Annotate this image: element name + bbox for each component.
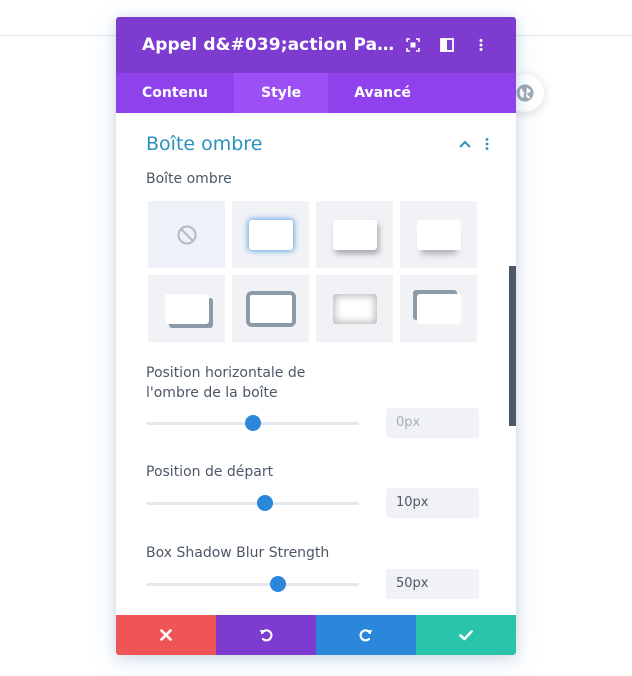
fullscreen-icon bbox=[406, 38, 420, 52]
kebab-menu-icon bbox=[485, 138, 489, 150]
label-line: l'ombre de la boîte bbox=[146, 385, 278, 401]
tab-contenu[interactable]: Contenu bbox=[116, 73, 234, 113]
blur-strength-control: 50px bbox=[146, 569, 480, 599]
start-position-label: Position de départ bbox=[146, 464, 274, 480]
preset-sample bbox=[416, 293, 461, 324]
section-menu-button[interactable] bbox=[476, 133, 498, 155]
undo-icon bbox=[259, 629, 273, 642]
modal-tabs: Contenu Style Avancé bbox=[116, 73, 516, 113]
close-icon bbox=[160, 629, 172, 641]
chevron-up-icon bbox=[459, 140, 471, 148]
redo-icon bbox=[359, 629, 373, 642]
tab-style[interactable]: Style bbox=[233, 73, 329, 113]
horizontal-position-input[interactable]: 0px bbox=[386, 408, 479, 438]
kebab-menu-icon bbox=[479, 39, 483, 51]
section-header[interactable]: Boîte ombre bbox=[146, 131, 498, 157]
redo-button[interactable] bbox=[316, 615, 416, 655]
preset-border[interactable] bbox=[232, 275, 309, 342]
fullscreen-button[interactable] bbox=[396, 30, 430, 60]
slider-thumb[interactable] bbox=[257, 495, 274, 511]
preset-top-left-solid[interactable] bbox=[400, 275, 477, 342]
split-view-button[interactable] bbox=[430, 30, 464, 60]
slider-track[interactable] bbox=[146, 502, 359, 505]
preset-sample bbox=[248, 219, 293, 250]
modal-footer bbox=[116, 615, 516, 655]
settings-modal: Appel d&#039;action Para... Contenu Styl… bbox=[116, 17, 516, 655]
slider-thumb[interactable] bbox=[270, 576, 287, 592]
slider-thumb[interactable] bbox=[244, 415, 261, 431]
horizontal-position-label: Position horizontale de l'ombre de la bo… bbox=[146, 363, 305, 403]
start-position-input[interactable]: 10px bbox=[386, 488, 479, 518]
preset-sample bbox=[164, 293, 209, 324]
box-shadow-label: Boîte ombre bbox=[146, 171, 232, 187]
modal-header: Appel d&#039;action Para... bbox=[116, 17, 516, 73]
modal-body: Boîte ombre Boîte ombre Position horizon… bbox=[116, 113, 516, 615]
tab-avance[interactable]: Avancé bbox=[328, 73, 437, 113]
modal-menu-button[interactable] bbox=[464, 30, 498, 60]
preset-sample bbox=[332, 293, 377, 324]
box-shadow-presets bbox=[148, 201, 477, 342]
preset-inset[interactable] bbox=[316, 275, 393, 342]
check-icon bbox=[459, 630, 473, 641]
undo-button[interactable] bbox=[216, 615, 316, 655]
preset-drop[interactable] bbox=[316, 201, 393, 268]
no-symbol-icon bbox=[176, 224, 197, 245]
label-line: Position horizontale de bbox=[146, 365, 306, 381]
slider-track[interactable] bbox=[146, 583, 359, 586]
modal-title: Appel d&#039;action Para... bbox=[142, 35, 396, 55]
scrollbar[interactable] bbox=[509, 266, 516, 426]
preset-bottom[interactable] bbox=[400, 201, 477, 268]
preset-offset-solid[interactable] bbox=[148, 275, 225, 342]
globe-icon bbox=[516, 84, 534, 102]
start-position-control: 10px bbox=[146, 488, 480, 518]
preset-sample bbox=[416, 219, 461, 250]
section-collapse-button[interactable] bbox=[454, 133, 476, 155]
preset-none[interactable] bbox=[148, 201, 225, 268]
horizontal-position-control: 0px bbox=[146, 408, 480, 438]
save-button[interactable] bbox=[416, 615, 516, 655]
blur-strength-input[interactable]: 50px bbox=[386, 569, 479, 599]
preset-sample bbox=[332, 219, 377, 250]
blur-strength-label: Box Shadow Blur Strength bbox=[146, 545, 330, 561]
cancel-button[interactable] bbox=[116, 615, 216, 655]
preset-sample bbox=[245, 290, 296, 327]
preset-glow[interactable] bbox=[232, 201, 309, 268]
section-title: Boîte ombre bbox=[146, 133, 263, 155]
columns-icon bbox=[440, 38, 454, 52]
